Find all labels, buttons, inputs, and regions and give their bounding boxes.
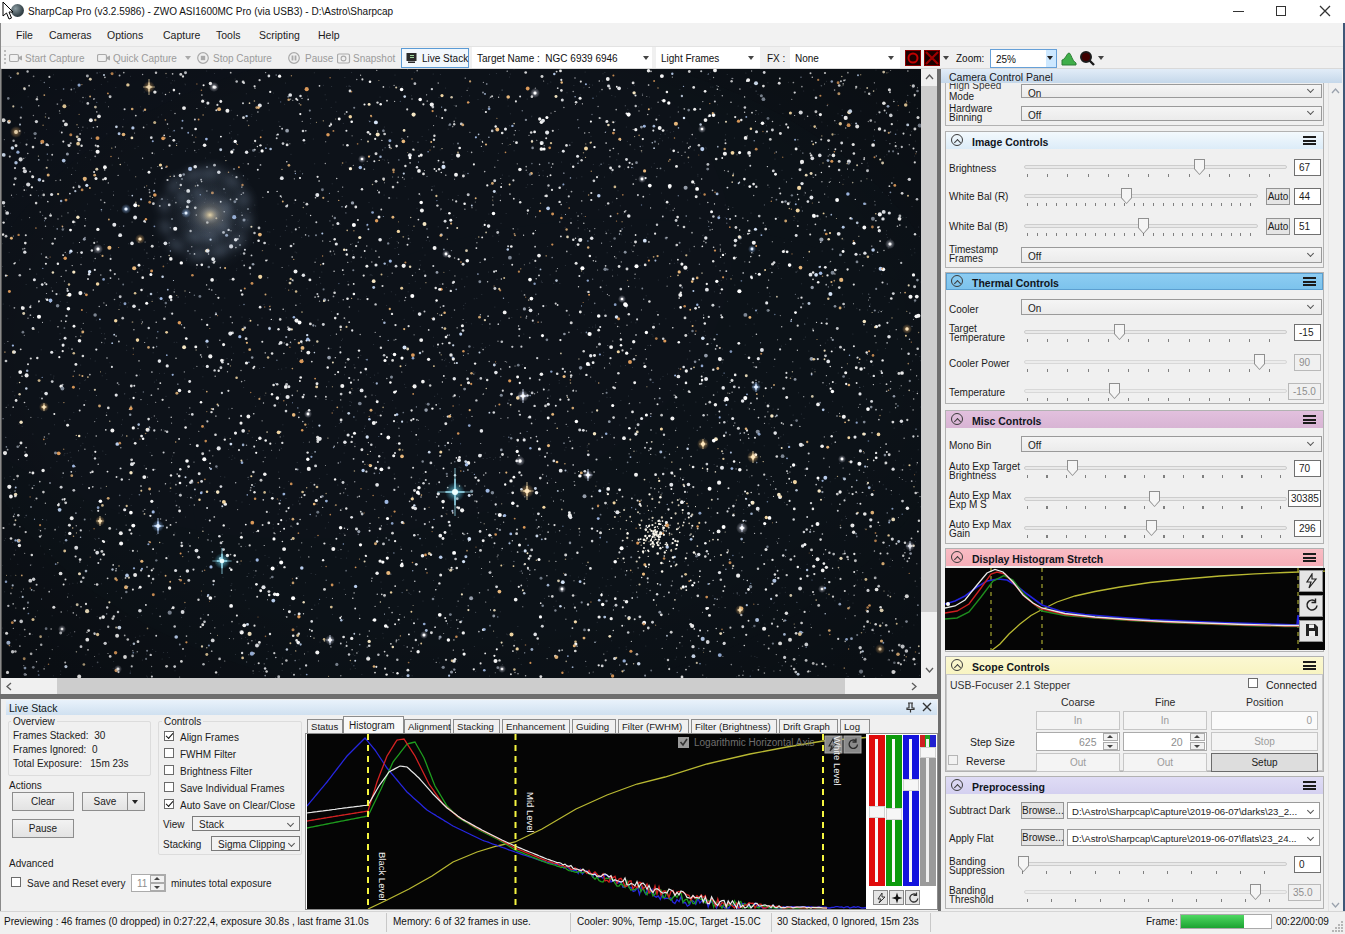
svg-text:White Level: White Level — [832, 736, 843, 786]
svg-text:Black Level: Black Level — [377, 852, 388, 901]
svg-text:Logarithmic Horizontal Axis: Logarithmic Horizontal Axis — [694, 737, 815, 748]
svg-text:Mid Level: Mid Level — [525, 792, 536, 833]
